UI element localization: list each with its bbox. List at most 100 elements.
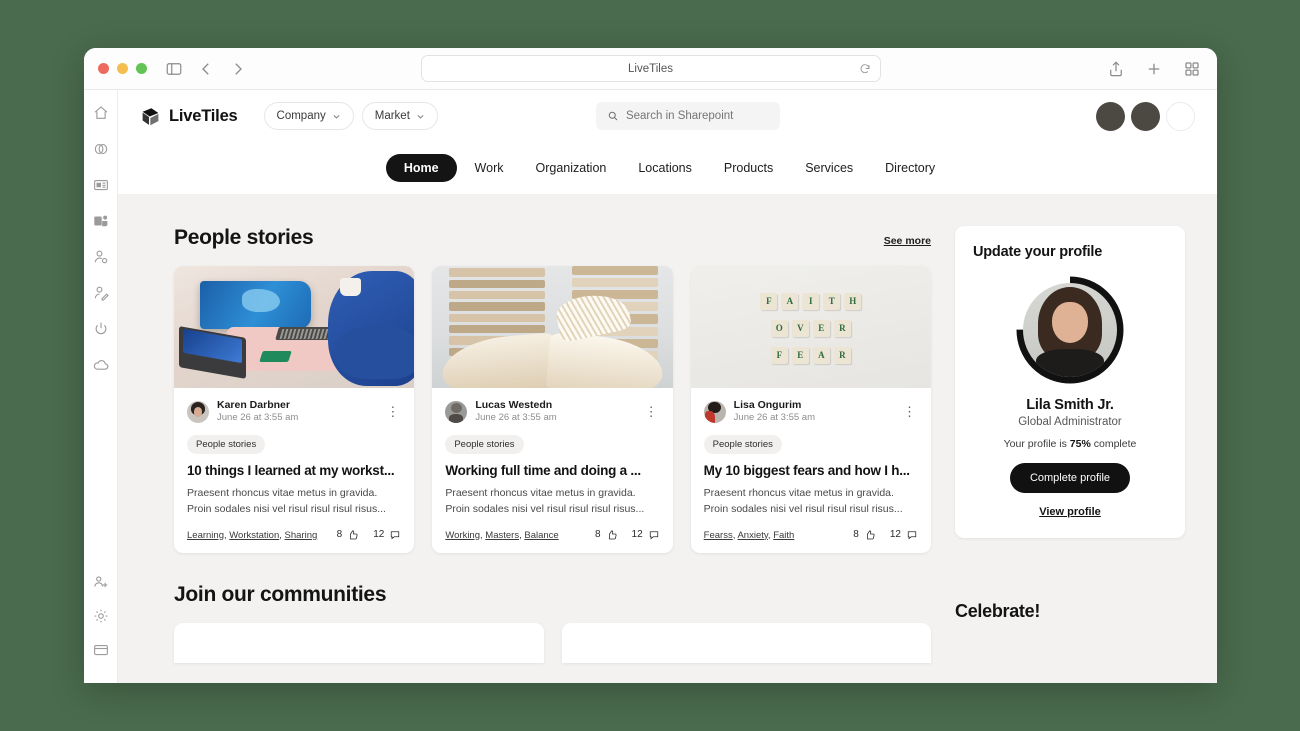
main-navigation: Home Work Organization Locations Product… (118, 142, 1217, 194)
category-badge[interactable]: People stories (703, 435, 782, 455)
story-image-workstation (174, 266, 415, 388)
nav-item-work[interactable]: Work (461, 154, 518, 182)
close-window-button[interactable] (98, 63, 109, 74)
power-icon[interactable] (92, 320, 110, 338)
brand-name: LiveTiles (169, 106, 238, 125)
app-rail (84, 90, 118, 683)
complete-profile-button[interactable]: Complete profile (1009, 463, 1131, 493)
teams-icon[interactable] (92, 212, 110, 230)
nav-item-directory[interactable]: Directory (871, 154, 949, 182)
back-icon[interactable] (197, 60, 215, 78)
market-dropdown[interactable]: Market (361, 102, 438, 130)
new-tab-icon[interactable] (1145, 60, 1163, 78)
community-card[interactable] (561, 622, 931, 663)
company-dropdown[interactable]: Company (263, 102, 354, 130)
comment-icon[interactable] (906, 529, 918, 541)
kebab-menu-icon[interactable]: ⋮ (384, 405, 401, 418)
traffic-lights (98, 63, 147, 74)
tag[interactable]: Learning (187, 530, 224, 541)
nav-item-services[interactable]: Services (791, 154, 867, 182)
category-badge[interactable]: People stories (445, 435, 524, 455)
home-icon[interactable] (92, 104, 110, 122)
thumbs-up-icon[interactable] (606, 529, 618, 541)
story-card[interactable]: FAITH OVER FEAR Lisa Ongurim June 26 at … (690, 266, 931, 553)
address-bar[interactable]: LiveTiles (420, 55, 881, 82)
gear-icon[interactable] (92, 607, 110, 625)
links-icon[interactable] (92, 140, 110, 158)
tag[interactable]: Faith (773, 530, 794, 541)
search-placeholder: Search in Sharepoint (625, 110, 734, 122)
tag[interactable]: Balance (524, 530, 558, 541)
story-card[interactable]: Karen Darbner June 26 at 3:55 am ⋮ Peopl… (174, 266, 415, 553)
nav-item-locations[interactable]: Locations (624, 154, 706, 182)
share-icon[interactable] (1107, 60, 1125, 78)
comment-count: 12 (889, 529, 901, 541)
window-icon[interactable] (92, 641, 110, 659)
nav-item-home[interactable]: Home (385, 154, 457, 182)
avatar (445, 400, 468, 423)
tag[interactable]: Masters (485, 530, 519, 541)
celebrate-title: Celebrate! (955, 600, 1041, 621)
nav-item-products[interactable]: Products (710, 154, 787, 182)
thumbs-up-icon[interactable] (864, 529, 876, 541)
search-input[interactable]: Search in Sharepoint (595, 102, 780, 130)
kebab-menu-icon[interactable]: ⋮ (643, 405, 660, 418)
story-excerpt: Praesent rhoncus vitae metus in gravida.… (187, 487, 386, 515)
communities-title: Join our communities (174, 582, 387, 606)
minimize-window-button[interactable] (117, 63, 128, 74)
tab-grid-icon[interactable] (1183, 60, 1201, 78)
browser-window: LiveTiles LiveTiles Company Market Searc… (84, 48, 1217, 683)
story-stats: 8 12 (337, 529, 402, 541)
browser-titlebar: LiveTiles (84, 48, 1217, 90)
story-title[interactable]: Working full time and doing a ... (445, 463, 659, 480)
comment-count: 12 (631, 529, 643, 541)
sidebar-toggle-icon[interactable] (165, 60, 183, 78)
person-search-icon[interactable] (92, 248, 110, 266)
tag[interactable]: Workstation (229, 530, 279, 541)
avatar[interactable] (1131, 101, 1160, 131)
brand-logo[interactable]: LiveTiles (140, 106, 238, 127)
page-title: People stories (174, 226, 314, 249)
category-badge[interactable]: People stories (187, 435, 266, 455)
kebab-menu-icon[interactable]: ⋮ (901, 405, 918, 418)
story-excerpt: Praesent rhoncus vitae metus in gravida.… (703, 487, 903, 515)
view-profile-link[interactable]: View profile (973, 506, 1167, 518)
comment-icon[interactable] (648, 529, 660, 541)
add-people-icon[interactable] (92, 573, 110, 591)
cloud-icon[interactable] (92, 356, 110, 374)
avatar (703, 400, 726, 423)
forward-icon[interactable] (229, 60, 247, 78)
profile-name: Lila Smith Jr. (1026, 397, 1114, 413)
story-tags: Working, Masters, Balance (445, 529, 559, 541)
nav-item-organization[interactable]: Organization (521, 154, 620, 182)
thumbs-up-icon[interactable] (347, 529, 359, 541)
tag[interactable]: Sharing (285, 530, 318, 541)
avatar[interactable] (1166, 101, 1195, 131)
see-more-link[interactable]: See more (884, 235, 931, 247)
story-title[interactable]: 10 things I learned at my workst... (187, 463, 401, 480)
tag[interactable]: Working (445, 530, 480, 541)
tag[interactable]: Anxiety (737, 530, 767, 541)
tag[interactable]: Fearss (704, 530, 733, 541)
author-name: Lucas Westedn (475, 399, 553, 411)
story-card[interactable]: Lucas Westedn June 26 at 3:55 am ⋮ Peopl… (432, 266, 673, 553)
post-date: June 26 at 3:55 am (733, 412, 815, 424)
avatar[interactable] (1096, 101, 1125, 131)
maximize-window-button[interactable] (136, 63, 147, 74)
story-stats: 8 12 (853, 529, 918, 541)
news-icon[interactable] (92, 176, 110, 194)
page-container: LiveTiles Company Market Search in Share… (118, 90, 1217, 683)
story-author: Lisa Ongurim June 26 at 3:55 am ⋮ (703, 399, 918, 424)
reload-icon[interactable] (859, 63, 871, 75)
comment-icon[interactable] (389, 529, 401, 541)
community-card[interactable] (174, 622, 544, 663)
company-dropdown-label: Company (276, 110, 326, 122)
like-count: 8 (853, 529, 859, 541)
story-excerpt: Praesent rhoncus vitae metus in gravida.… (445, 487, 645, 515)
person-edit-icon[interactable] (92, 284, 110, 302)
scrabble-row: FEAR (691, 346, 931, 364)
market-dropdown-label: Market (374, 110, 410, 122)
story-title[interactable]: My 10 biggest fears and how I h... (704, 463, 918, 480)
story-tags: Learning, Workstation, Sharing (187, 529, 318, 541)
chevron-down-icon (416, 112, 425, 121)
